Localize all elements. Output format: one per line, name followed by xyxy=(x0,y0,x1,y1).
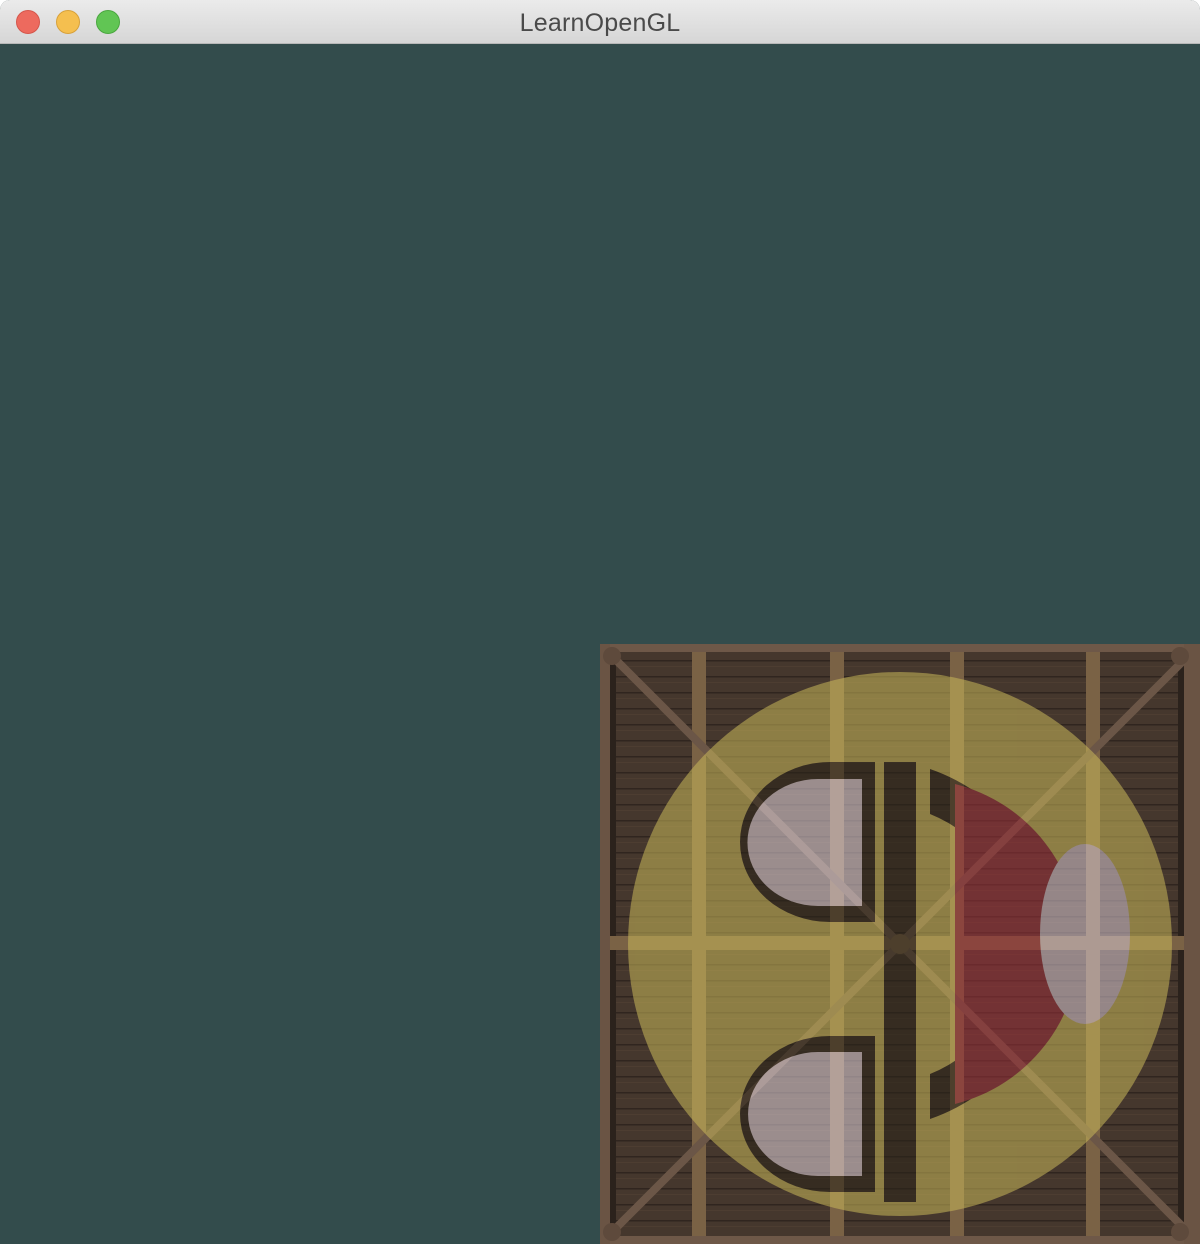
app-window: LearnOpenGL xyxy=(0,0,1200,1244)
gl-viewport[interactable] xyxy=(0,44,1200,1244)
textured-quad xyxy=(600,644,1200,1244)
title-bar[interactable]: LearnOpenGL xyxy=(0,0,1200,44)
window-title: LearnOpenGL xyxy=(519,9,681,37)
awesomeface-texture xyxy=(628,672,1172,1216)
